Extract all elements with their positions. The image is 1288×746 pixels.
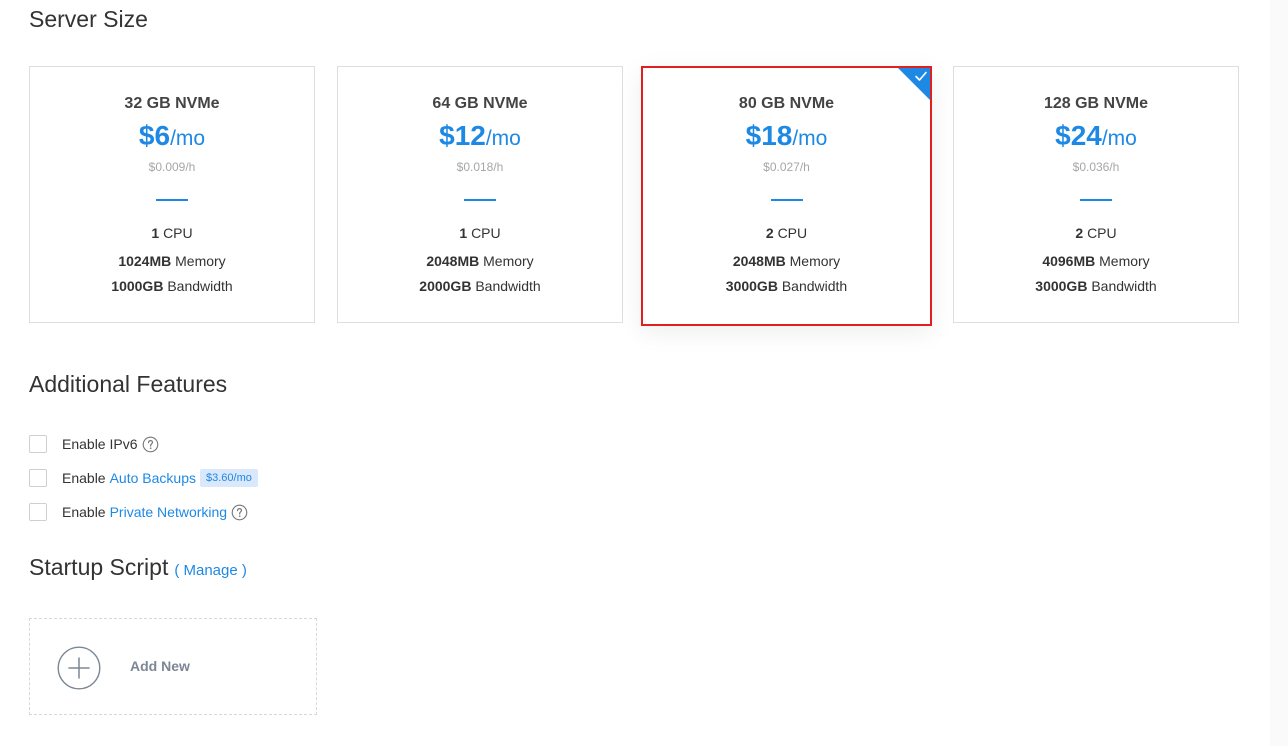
plan-bandwidth: 3000GB Bandwidth <box>954 278 1238 294</box>
price-period: /mo <box>170 127 206 150</box>
memory-label: Memory <box>789 253 841 269</box>
plan-memory: 1024MB Memory <box>30 253 314 269</box>
plan-name: 64 GB NVMe <box>432 95 528 112</box>
bandwidth-label: Bandwidth <box>781 278 848 294</box>
bandwidth-value: 2000GB <box>419 278 472 294</box>
memory-label: Memory <box>483 253 534 269</box>
plan-hourly-price: $0.018/h <box>456 160 504 174</box>
manage-link[interactable]: ( Manage ) <box>174 562 247 579</box>
price-period: /mo <box>485 127 521 150</box>
price-amount: $24 <box>1055 120 1102 151</box>
auto-backups-checkbox[interactable] <box>29 469 47 487</box>
plan-hourly-price: $0.036/h <box>1072 160 1120 174</box>
bandwidth-label: Bandwidth <box>475 278 541 294</box>
backups-price-badge: $3.60/mo <box>199 469 258 487</box>
plan-card-64gb[interactable]: 64 GB NVMe $12/mo $0.018/h 1 CPU 2048MB … <box>337 66 623 323</box>
backups-label-prefix: Enable <box>62 470 106 486</box>
plan-name: 32 GB NVMe <box>124 95 220 112</box>
cpu-label: CPU <box>471 225 501 241</box>
plan-cpu: 1 CPU <box>30 225 314 241</box>
feature-ipv6-row: Enable IPv6 <box>29 434 159 454</box>
server-size-heading: Server Size <box>29 6 148 32</box>
bandwidth-label: Bandwidth <box>1091 278 1157 294</box>
checkmark-icon <box>915 71 927 81</box>
ipv6-checkbox[interactable] <box>29 435 47 453</box>
memory-value: 1024MB <box>118 253 172 269</box>
help-circle-icon[interactable] <box>231 504 248 521</box>
help-circle-icon[interactable] <box>142 436 159 453</box>
bandwidth-value: 1000GB <box>111 278 164 294</box>
plan-memory: 4096MB Memory <box>954 253 1238 269</box>
plan-bandwidth: 1000GB Bandwidth <box>30 278 314 294</box>
private-networking-checkbox[interactable] <box>29 503 47 521</box>
plan-card-32gb[interactable]: 32 GB NVMe $6/mo $0.009/h 1 CPU 1024MB M… <box>29 66 315 323</box>
cpu-label: CPU <box>1087 225 1117 241</box>
additional-features-heading: Additional Features <box>29 371 228 397</box>
cpu-label: CPU <box>163 225 193 241</box>
plan-bandwidth: 3000GB Bandwidth <box>643 278 930 294</box>
bandwidth-value: 3000GB <box>725 278 778 294</box>
plan-cpu: 1 CPU <box>338 225 622 241</box>
startup-script-title: Startup Script <box>29 554 169 580</box>
auto-backups-link[interactable]: Auto Backups <box>110 470 196 486</box>
plan-bandwidth: 2000GB Bandwidth <box>338 278 622 294</box>
memory-label: Memory <box>1099 253 1150 269</box>
plan-divider <box>156 199 188 201</box>
plan-name: 80 GB NVMe <box>738 95 835 112</box>
private-networking-label-prefix: Enable <box>62 504 106 520</box>
plan-cpu: 2 CPU <box>954 225 1238 241</box>
price-amount: $18 <box>745 120 793 151</box>
cpu-count: 2 <box>1075 225 1084 241</box>
add-new-script-button[interactable]: Add New <box>29 618 317 715</box>
ipv6-label: Enable IPv6 <box>62 436 138 452</box>
add-new-label: Add New <box>130 658 190 674</box>
plus-circle-icon <box>57 646 101 690</box>
price-period: /mo <box>1101 127 1137 150</box>
plan-name: 128 GB NVMe <box>1043 95 1149 112</box>
startup-script-heading: Startup Script ( Manage ) <box>29 554 247 581</box>
private-networking-link[interactable]: Private Networking <box>110 504 228 520</box>
plan-divider <box>464 199 496 201</box>
memory-value: 2048MB <box>732 253 786 269</box>
plan-price: $12/mo <box>338 120 622 152</box>
price-amount: $12 <box>439 120 486 151</box>
plan-memory: 2048MB Memory <box>338 253 622 269</box>
plan-card-80gb-selected[interactable]: 80 GB NVMe $18/mo $0.027/h 2 CPU 2048MB … <box>641 66 932 326</box>
plan-price: $24/mo <box>954 120 1238 152</box>
plan-memory: 2048MB Memory <box>643 253 930 269</box>
plan-price: $18/mo <box>643 120 930 152</box>
memory-value: 2048MB <box>426 253 480 269</box>
feature-private-networking-row: Enable Private Networking <box>29 502 248 522</box>
plan-hourly-price: $0.027/h <box>763 160 810 174</box>
plan-divider <box>1080 199 1112 201</box>
content-panel: Server Size 32 GB NVMe $6/mo $0.009/h 1 … <box>0 0 1270 746</box>
feature-backups-row: Enable Auto Backups $3.60/mo <box>29 468 258 488</box>
plan-price: $6/mo <box>30 120 314 152</box>
memory-label: Memory <box>175 253 226 269</box>
plan-hourly-price: $0.009/h <box>148 160 196 174</box>
memory-value: 4096MB <box>1042 253 1096 269</box>
cpu-count: 1 <box>459 225 468 241</box>
plan-card-128gb[interactable]: 128 GB NVMe $24/mo $0.036/h 2 CPU 4096MB… <box>953 66 1239 323</box>
cpu-count: 2 <box>765 225 774 241</box>
bandwidth-value: 3000GB <box>1035 278 1088 294</box>
cpu-label: CPU <box>777 225 808 241</box>
price-amount: $6 <box>138 120 171 151</box>
price-period: /mo <box>792 127 828 150</box>
plan-divider <box>770 199 803 201</box>
bandwidth-label: Bandwidth <box>167 278 233 294</box>
cpu-count: 1 <box>151 225 160 241</box>
plan-cpu: 2 CPU <box>643 225 930 241</box>
